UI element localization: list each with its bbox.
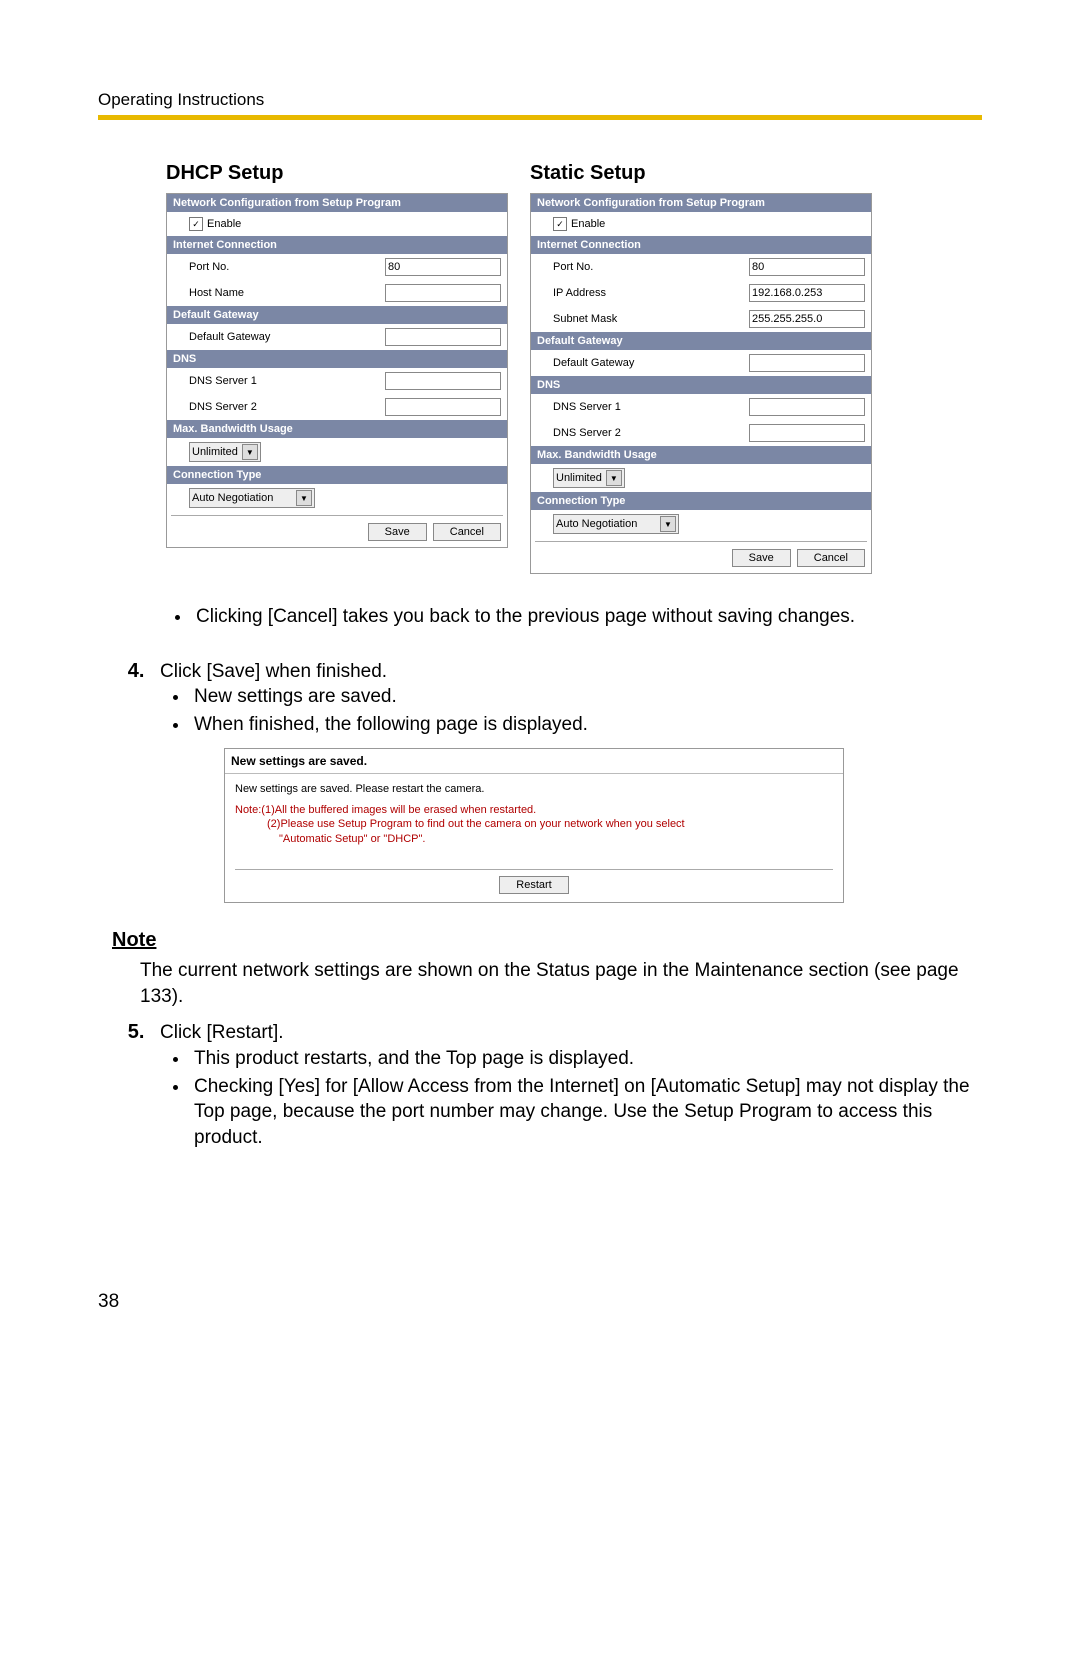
static-ip-label: IP Address bbox=[553, 287, 749, 299]
dhcp-dns2-input[interactable] bbox=[385, 398, 501, 416]
static-panel: Network Configuration from Setup Program… bbox=[530, 193, 872, 574]
dhcp-dns2-label: DNS Server 2 bbox=[189, 401, 385, 413]
step4-bullet1: New settings are saved. bbox=[190, 684, 982, 710]
dhcp-sec-netconf: Network Configuration from Setup Program bbox=[167, 194, 507, 212]
saved-head: New settings are saved. bbox=[225, 749, 843, 774]
static-port-input[interactable] bbox=[749, 258, 865, 276]
dhcp-panel: Network Configuration from Setup Program… bbox=[166, 193, 508, 548]
dhcp-port-label: Port No. bbox=[189, 261, 385, 273]
dhcp-bandwidth-select[interactable]: Unlimited▼ bbox=[189, 442, 261, 462]
static-save-button[interactable]: Save bbox=[732, 549, 791, 567]
static-enable-checkbox[interactable]: ✓ bbox=[553, 217, 567, 231]
static-dns2-input[interactable] bbox=[749, 424, 865, 442]
static-gw-label: Default Gateway bbox=[553, 357, 749, 369]
static-sec-bw: Max. Bandwidth Usage bbox=[531, 446, 871, 464]
dhcp-cancel-button[interactable]: Cancel bbox=[433, 523, 501, 541]
saved-line1: New settings are saved. Please restart t… bbox=[235, 782, 833, 797]
saved-settings-panel: New settings are saved. New settings are… bbox=[224, 748, 844, 904]
dhcp-port-input[interactable] bbox=[385, 258, 501, 276]
dhcp-host-label: Host Name bbox=[189, 287, 385, 299]
static-gw-input[interactable] bbox=[749, 354, 865, 372]
dhcp-gw-label: Default Gateway bbox=[189, 331, 385, 343]
page-header: Operating Instructions bbox=[98, 90, 982, 110]
static-bandwidth-select[interactable]: Unlimited▼ bbox=[553, 468, 625, 488]
static-port-label: Port No. bbox=[553, 261, 749, 273]
static-ip-input[interactable] bbox=[749, 284, 865, 302]
dhcp-host-input[interactable] bbox=[385, 284, 501, 302]
dhcp-sec-gateway: Default Gateway bbox=[167, 306, 507, 324]
dhcp-sec-ct: Connection Type bbox=[167, 466, 507, 484]
static-conntype-select[interactable]: Auto Negotiation▼ bbox=[553, 514, 679, 534]
chevron-down-icon: ▼ bbox=[606, 470, 622, 486]
chevron-down-icon: ▼ bbox=[660, 516, 676, 532]
chevron-down-icon: ▼ bbox=[242, 444, 258, 460]
static-dns1-input[interactable] bbox=[749, 398, 865, 416]
dhcp-enable-label: Enable bbox=[207, 218, 241, 230]
static-sec-netconf: Network Configuration from Setup Program bbox=[531, 194, 871, 212]
note-heading: Note bbox=[112, 927, 982, 954]
dhcp-save-button[interactable]: Save bbox=[368, 523, 427, 541]
restart-button[interactable]: Restart bbox=[499, 876, 568, 894]
static-sec-gateway: Default Gateway bbox=[531, 332, 871, 350]
bullet-cancel-note: Clicking [Cancel] takes you back to the … bbox=[192, 604, 982, 630]
note-text: The current network settings are shown o… bbox=[140, 958, 982, 1009]
static-sec-internet: Internet Connection bbox=[531, 236, 871, 254]
static-enable-label: Enable bbox=[571, 218, 605, 230]
static-title: Static Setup bbox=[530, 162, 872, 185]
header-rule bbox=[98, 115, 982, 120]
dhcp-conntype-select[interactable]: Auto Negotiation▼ bbox=[189, 488, 315, 508]
dhcp-dns1-label: DNS Server 1 bbox=[189, 375, 385, 387]
step5-bullet2: Checking [Yes] for [Allow Access from th… bbox=[190, 1074, 982, 1151]
static-dns1-label: DNS Server 1 bbox=[553, 401, 749, 413]
static-sec-dns: DNS bbox=[531, 376, 871, 394]
dhcp-title: DHCP Setup bbox=[166, 162, 508, 185]
static-dns2-label: DNS Server 2 bbox=[553, 427, 749, 439]
chevron-down-icon: ▼ bbox=[296, 490, 312, 506]
static-mask-input[interactable] bbox=[749, 310, 865, 328]
saved-note2a: (2)Please use Setup Program to find out … bbox=[235, 817, 833, 832]
static-sec-ct: Connection Type bbox=[531, 492, 871, 510]
saved-note1: Note:(1)All the buffered images will be … bbox=[235, 803, 833, 818]
dhcp-gw-input[interactable] bbox=[385, 328, 501, 346]
static-mask-label: Subnet Mask bbox=[553, 313, 749, 325]
saved-note2b: "Automatic Setup" or "DHCP". bbox=[235, 832, 833, 847]
step4-text: Click [Save] when finished. bbox=[160, 661, 387, 682]
step5-text: Click [Restart]. bbox=[160, 1022, 284, 1043]
dhcp-sec-bw: Max. Bandwidth Usage bbox=[167, 420, 507, 438]
page-number: 38 bbox=[98, 1291, 982, 1313]
dhcp-sec-dns: DNS bbox=[167, 350, 507, 368]
static-cancel-button[interactable]: Cancel bbox=[797, 549, 865, 567]
dhcp-dns1-input[interactable] bbox=[385, 372, 501, 390]
dhcp-sec-internet: Internet Connection bbox=[167, 236, 507, 254]
step4-bullet2: When finished, the following page is dis… bbox=[190, 712, 982, 738]
step5-bullet1: This product restarts, and the Top page … bbox=[190, 1046, 982, 1072]
dhcp-enable-checkbox[interactable]: ✓ bbox=[189, 217, 203, 231]
